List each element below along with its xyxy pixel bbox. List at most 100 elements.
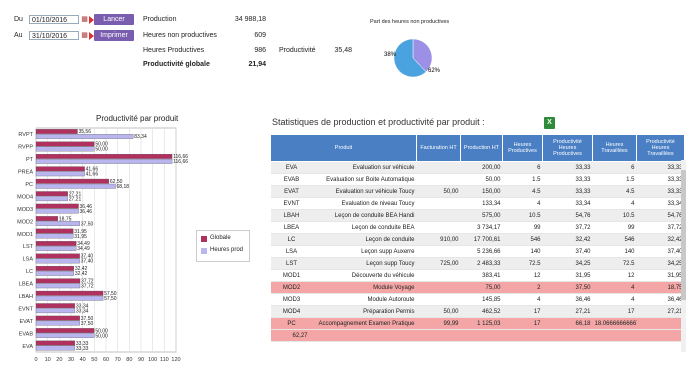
col-produit[interactable]: Produit bbox=[270, 134, 417, 162]
y-tick-label: PC bbox=[25, 182, 33, 188]
bar-globale bbox=[35, 278, 81, 284]
table-cell-ht: 99 bbox=[592, 221, 637, 234]
table-cell-prod: 50,00 bbox=[460, 173, 503, 186]
table-row[interactable]: EVA Evaluation sur véhicule 200,00 6 33,33 6 3… bbox=[270, 161, 684, 174]
table-cell-code: LBAH bbox=[270, 209, 313, 222]
hp-label: Heures Productives bbox=[143, 47, 205, 54]
table-row[interactable]: LSA Leçon supp Auxerre 5 236,66 140 37,40 140… bbox=[270, 245, 684, 258]
table-cell-ht: 12 bbox=[592, 269, 637, 282]
production-label: Production bbox=[143, 16, 177, 23]
table-row-continuation: 62,27 bbox=[270, 329, 684, 342]
table-cell-fact bbox=[416, 245, 461, 258]
bar-heures-prod bbox=[35, 283, 81, 289]
table-cell-pht: 33,33 bbox=[636, 161, 684, 174]
data-label: 57,50 bbox=[104, 296, 117, 302]
col-productivite-ht[interactable]: Productivité Heures Travaillées bbox=[636, 134, 684, 162]
table-cell-php: 33,34 bbox=[542, 197, 593, 210]
bar-globale bbox=[35, 303, 76, 309]
lancer-button[interactable]: Lancer bbox=[94, 14, 134, 25]
table-row[interactable]: EVNT Evaluation de niveau Toucy 133,34 4 33,… bbox=[270, 197, 684, 210]
data-label: 50,00 bbox=[95, 147, 108, 153]
table-row[interactable]: EVAB Evaluation sur Boite Automatique 50,0… bbox=[270, 173, 684, 186]
table-cell-fact: 725,00 bbox=[416, 257, 461, 270]
table-cell-php: 33,33 bbox=[542, 161, 593, 174]
col-heures-travaillees[interactable]: Heures Travaillées bbox=[592, 134, 637, 162]
table-cell-extra: 62,27 bbox=[270, 329, 684, 342]
table-cell-hp: 12 bbox=[502, 269, 543, 282]
table-cell-hp: 99 bbox=[502, 221, 543, 234]
table-cell-produit: Découverte du véhicule bbox=[312, 269, 417, 282]
table-cell-produit: Leçon de conduite BEA Handi bbox=[312, 209, 417, 222]
y-tick-label: MOD4 bbox=[17, 194, 33, 200]
data-label: 31,95 bbox=[74, 234, 87, 240]
bar-globale bbox=[35, 191, 68, 197]
date-from-field[interactable]: 01/10/2016 bbox=[29, 15, 79, 24]
col-production[interactable]: Production HT bbox=[460, 134, 503, 162]
data-label: 83,34 bbox=[134, 134, 147, 140]
col-facturation[interactable]: Facturation HT bbox=[416, 134, 461, 162]
table-row[interactable]: LBEA Leçon de conduite BEA 3 734,17 99 37,72… bbox=[270, 221, 684, 234]
bar-heures-prod bbox=[35, 333, 95, 338]
table-cell-produit: Leçon supp Auxerre bbox=[312, 245, 417, 258]
table-cell-prod: 1 125,03 bbox=[460, 317, 503, 330]
table-cell-ht: 17 bbox=[592, 305, 637, 318]
imprimer-button[interactable]: Imprimer bbox=[94, 30, 134, 41]
table-cell-php: 37,40 bbox=[542, 245, 593, 258]
y-tick-label: LC bbox=[26, 269, 33, 275]
bar-heures-prod bbox=[35, 295, 104, 301]
table-cell-php: 37,50 bbox=[542, 281, 593, 294]
scrollbar-thumb[interactable] bbox=[681, 170, 686, 300]
x-tick-label: 110 bbox=[160, 357, 169, 363]
table-cell-produit: Evaluation sur véhicule bbox=[312, 161, 417, 174]
table-cell-prod: 462,52 bbox=[460, 305, 503, 318]
table-cell-produit: Leçon de conduite bbox=[312, 233, 417, 246]
table-cell-ht: 4 bbox=[592, 197, 637, 210]
table-cell-produit: Leçon de conduite BEA bbox=[312, 221, 417, 234]
bar-globale bbox=[35, 178, 110, 184]
table-cell-produit: Module Autoroute bbox=[312, 293, 417, 306]
table-cell-hp: 17 bbox=[502, 317, 543, 330]
bar-globale bbox=[35, 340, 76, 346]
date-to-field[interactable]: 31/10/2016 bbox=[29, 31, 79, 40]
col-heures-productives[interactable]: Heures Productives bbox=[502, 134, 543, 162]
table-cell-php: 34,25 bbox=[542, 257, 593, 270]
table-cell-hp: 6 bbox=[502, 161, 543, 174]
excel-icon[interactable]: X bbox=[544, 117, 555, 129]
x-tick-label: 10 bbox=[45, 357, 51, 363]
col-productivite-hp[interactable]: Productivité Heures Productives bbox=[542, 134, 593, 162]
table-cell-ht: 140 bbox=[592, 245, 637, 258]
calendar-icon[interactable]: ▦ bbox=[80, 15, 89, 24]
bar-heures-prod bbox=[35, 134, 134, 139]
table-row[interactable]: MOD4 Préparation Permis 50,00 462,52 17 27,21… bbox=[270, 305, 684, 318]
hp-value: 986 bbox=[254, 47, 266, 54]
productivite-value: 35,48 bbox=[334, 47, 352, 54]
table-row[interactable]: MOD1 Découverte du véhicule 383,41 12 31,95 1… bbox=[270, 269, 684, 282]
table-cell-pht: 36,46 bbox=[636, 293, 684, 306]
table-cell-prod: 75,00 bbox=[460, 281, 503, 294]
table-row[interactable]: PC Accompagnement Examen Pratique 99,99 1 1… bbox=[270, 317, 684, 330]
productivite-label: Productivité bbox=[279, 47, 316, 54]
table-cell-code: MOD1 bbox=[270, 269, 313, 282]
y-tick-label: LST bbox=[23, 244, 34, 250]
table-row[interactable]: MOD2 Module Voyage 75,00 2 37,50 4 18,75 bbox=[270, 281, 684, 294]
x-tick-label: 60 bbox=[103, 357, 109, 363]
table-row[interactable]: LBAH Leçon de conduite BEA Handi 575,00 10.… bbox=[270, 209, 684, 222]
table-cell-prod: 17 700,61 bbox=[460, 233, 503, 246]
table-cell-php: 32,42 bbox=[542, 233, 593, 246]
table-cell-code: EVAT bbox=[270, 185, 313, 198]
bar-globale bbox=[35, 241, 77, 246]
bar-heures-prod bbox=[35, 158, 173, 164]
table-scrollbar[interactable] bbox=[681, 160, 686, 352]
table-row[interactable]: LC Leçon de conduite 910,00 17 700,61 546 32,… bbox=[270, 233, 684, 246]
data-label: 37,72 bbox=[81, 284, 94, 290]
productivite-globale-value: 21,94 bbox=[248, 61, 266, 68]
data-label: 37,50 bbox=[81, 221, 94, 227]
table-row[interactable]: MOD3 Module Autoroute 145,85 4 36,46 4 36,46 bbox=[270, 293, 684, 306]
table-cell-prod: 3 734,17 bbox=[460, 221, 503, 234]
table-row[interactable]: EVAT Evaluation sur véhicule Toucy 50,00 15… bbox=[270, 185, 684, 198]
productivite-globale-label: Productivité globale bbox=[143, 61, 210, 68]
bar-globale bbox=[35, 129, 78, 134]
calendar-icon[interactable]: ▦ bbox=[80, 31, 89, 40]
table-cell-code: PC bbox=[270, 317, 313, 330]
table-row[interactable]: LST Leçon supp Toucy 725,00 2 483,33 72.5 34,… bbox=[270, 257, 684, 270]
